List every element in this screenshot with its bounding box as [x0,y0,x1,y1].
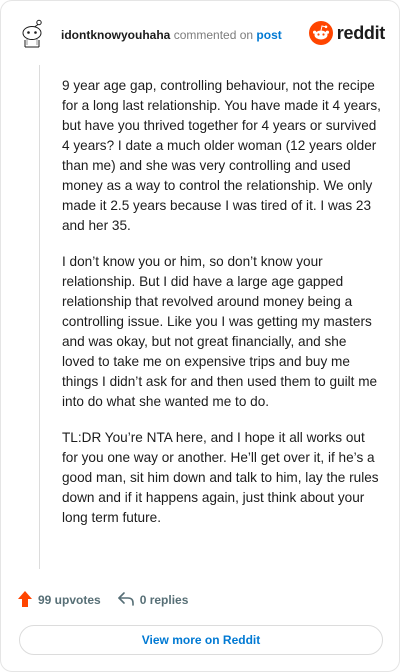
comment-paragraph: I don’t know you or him, so don’t know y… [62,254,378,409]
view-more-on-reddit-button[interactable]: View more on Reddit [19,625,383,655]
reddit-logo-icon [308,21,333,45]
reddit-brand[interactable]: reddit [308,21,386,45]
thread-line [39,65,40,569]
comment-paragraph: TL:DR You’re NTA here, and I hope it all… [62,430,379,525]
comment-embed-card: idontknowyouhaha commented on post reddi… [0,0,400,672]
username-link[interactable]: idontknowyouhaha [61,28,170,42]
upvote-count: 99 upvotes [38,593,101,607]
comment-paragraph: 9 year age gap, controlling behaviour, n… [62,78,381,233]
reply-arrow-icon [117,591,140,610]
reddit-wordmark: reddit [336,22,386,43]
reply-count: 0 replies [139,593,189,607]
comment-actions: 99 upvotes 0 replies [17,589,204,611]
comment-body: 9 year age gap, controlling behaviour, n… [62,76,382,544]
snoo-avatar-icon[interactable] [19,19,45,49]
upvote-arrow-icon [17,590,38,611]
comment-byline: idontknowyouhaha commented on post [61,28,282,42]
upvote-button[interactable]: 99 upvotes [17,590,101,611]
reply-button[interactable]: 0 replies [117,591,189,610]
post-link[interactable]: post [256,28,281,42]
commented-on-label: commented on [173,28,254,42]
comment-header: idontknowyouhaha commented on post reddi… [17,15,385,55]
